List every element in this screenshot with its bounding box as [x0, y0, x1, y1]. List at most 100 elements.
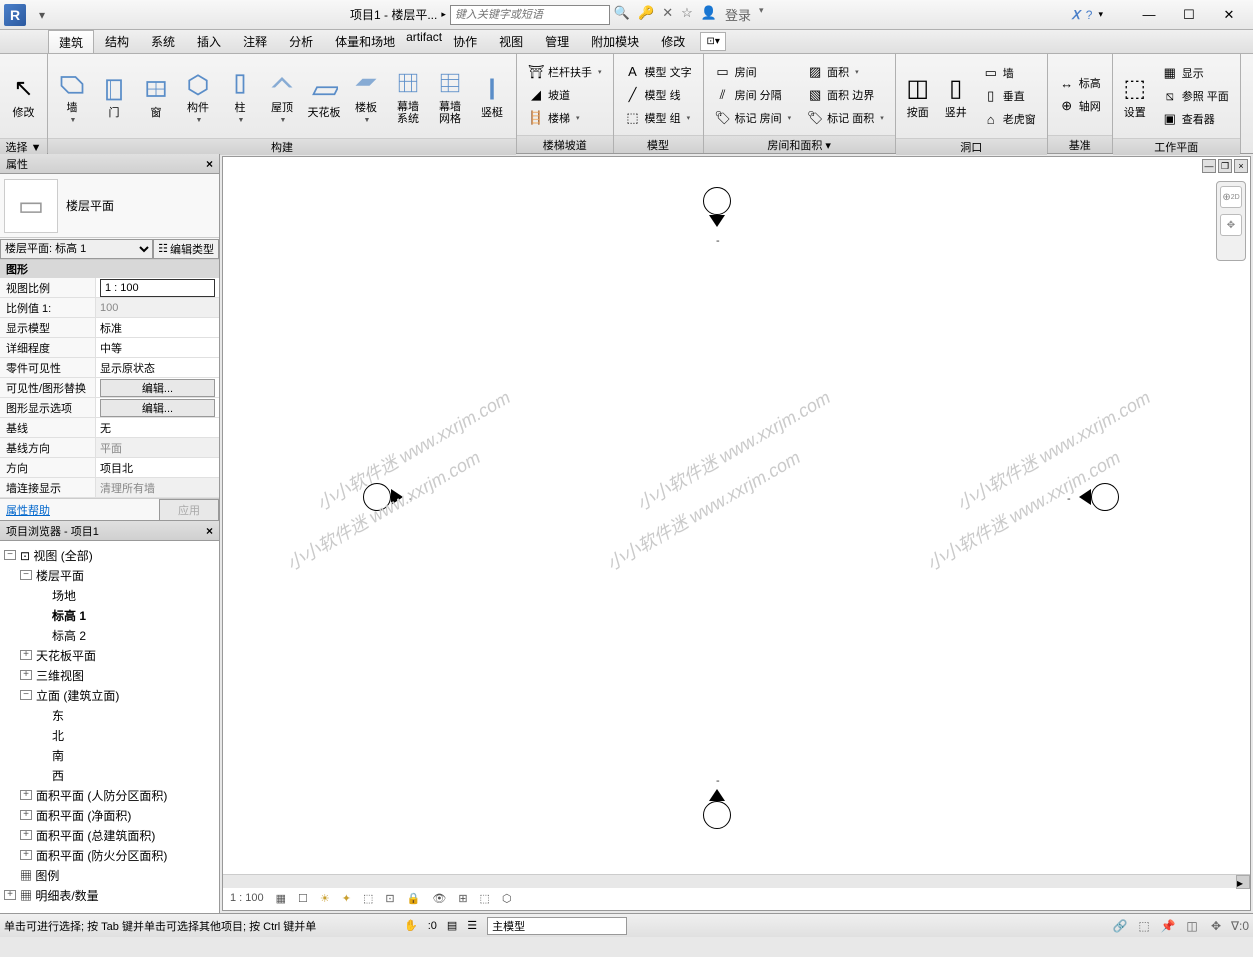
x-icon[interactable]: ⵝ — [1072, 8, 1080, 22]
user-icon[interactable]: 👤 — [701, 5, 717, 24]
roof-button[interactable]: 屋顶▼ — [262, 56, 302, 136]
properties-help-link[interactable]: 属性帮助 — [0, 502, 56, 518]
property-value[interactable]: 中等 — [96, 338, 219, 357]
tab-view[interactable]: 视图 — [488, 30, 534, 53]
tree-area-plans[interactable]: +面积平面 (人防分区面积) — [4, 785, 215, 805]
edit-type-button[interactable]: ☷编辑类型 — [153, 239, 219, 259]
key-icon[interactable]: 🔑 — [638, 5, 654, 24]
property-row[interactable]: 基线无 — [0, 418, 219, 438]
visual-style-icon[interactable]: ☐ — [295, 892, 311, 905]
area-button[interactable]: ▨面积▾ — [802, 61, 889, 83]
tree-area-plans[interactable]: +面积平面 (总建筑面积) — [4, 825, 215, 845]
drag-elements-icon[interactable]: ✥ — [1207, 917, 1225, 935]
level-button[interactable]: ↔标高 — [1054, 72, 1106, 94]
reveal-hidden-icon[interactable]: ⊞ — [455, 892, 470, 905]
tag-area-button[interactable]: 🏷标记 面积▾ — [802, 107, 889, 129]
tree-toggle-icon[interactable]: − — [20, 570, 32, 580]
model-line-button[interactable]: ╱模型 线 — [620, 84, 697, 106]
elevation-marker-east[interactable] — [1091, 483, 1119, 511]
curtain-grid-button[interactable]: 幕墙 网格 — [430, 56, 470, 136]
tree-elevations[interactable]: −立面 (建筑立面) — [4, 685, 215, 705]
selection-count-icon[interactable]: ✋ — [404, 919, 418, 932]
group-select[interactable]: 选择 ▼ — [0, 138, 47, 155]
tab-annotate[interactable]: 注释 — [232, 30, 278, 53]
project-browser[interactable]: −⊡ 视图 (全部)−楼层平面场地标高 1标高 2+天花板平面+三维视图−立面 … — [0, 541, 219, 913]
property-edit-button[interactable]: 编辑... — [100, 399, 215, 417]
modify-button[interactable]: ↖ 修改 — [4, 56, 44, 136]
properties-header[interactable]: 属性 × — [0, 154, 219, 174]
window-close[interactable]: ✕ — [1209, 2, 1249, 28]
sun-path-icon[interactable]: ☀ — [317, 892, 333, 905]
property-value[interactable]: 无 — [96, 418, 219, 437]
tab-architecture[interactable]: 建筑 — [48, 30, 94, 53]
close-icon[interactable]: × — [206, 524, 213, 538]
property-value[interactable] — [96, 278, 219, 297]
shaft-button[interactable]: ▯竖井 — [938, 56, 974, 136]
tab-manage[interactable]: 管理 — [534, 30, 580, 53]
opening-face-button[interactable]: ◫按面 — [900, 56, 936, 136]
tree-schedules[interactable]: +▦ 明细表/数量 — [4, 885, 215, 905]
room-button[interactable]: ▭房间 — [710, 61, 797, 83]
type-selector[interactable]: ▭ 楼层平面 — [0, 174, 219, 238]
filter-selection-icon[interactable]: ∇:0 — [1231, 917, 1249, 935]
property-row[interactable]: 墙连接显示清理所有墙 — [0, 478, 219, 498]
pan-icon[interactable]: ✥ — [1220, 214, 1242, 236]
browser-header[interactable]: 项目浏览器 - 项目1 × — [0, 521, 219, 541]
property-edit-button[interactable]: 编辑... — [100, 379, 215, 397]
tree-area-plans[interactable]: +面积平面 (净面积) — [4, 805, 215, 825]
horizontal-scrollbar[interactable]: ▸ — [223, 874, 1250, 888]
property-value[interactable]: 标准 — [96, 318, 219, 337]
tree-floor-plan-item[interactable]: 标高 1 — [4, 605, 215, 625]
property-value[interactable]: 编辑... — [96, 398, 219, 417]
tab-analyze[interactable]: 分析 — [278, 30, 324, 53]
close-icon[interactable]: × — [206, 157, 213, 171]
show-workplane-button[interactable]: ▦显示 — [1157, 62, 1234, 84]
window-minimize[interactable]: — — [1129, 2, 1169, 28]
tree-elevation-item[interactable]: 西 — [4, 765, 215, 785]
tree-elevation-item[interactable]: 南 — [4, 745, 215, 765]
property-value[interactable]: 项目北 — [96, 458, 219, 477]
floor-button[interactable]: 楼板▼ — [346, 56, 386, 136]
view-scale-button[interactable]: 1 : 100 — [227, 892, 267, 904]
star-icon[interactable]: ☆ — [681, 5, 693, 24]
ceiling-button[interactable]: 天花板 — [304, 56, 344, 136]
component-button[interactable]: 构件▼ — [178, 56, 218, 136]
tab-overflow[interactable]: ⊡▾ — [700, 32, 726, 51]
tree-floor-plan-item[interactable]: 标高 2 — [4, 625, 215, 645]
temp-hide-icon[interactable]: 👁 — [429, 892, 449, 905]
tree-toggle-icon[interactable]: + — [20, 810, 32, 820]
tree-ceiling-plans[interactable]: +天花板平面 — [4, 645, 215, 665]
property-input[interactable] — [100, 279, 215, 297]
props-section-graphics[interactable]: 图形 — [0, 260, 219, 278]
tree-views-root[interactable]: −⊡ 视图 (全部) — [4, 545, 215, 565]
ramp-button[interactable]: ◢坡道 — [523, 84, 607, 106]
property-value[interactable]: 编辑... — [96, 378, 219, 397]
column-button[interactable]: 柱▼ — [220, 56, 260, 136]
filter-icon[interactable]: ▤ — [447, 919, 457, 932]
select-pinned-icon[interactable]: 📌 — [1159, 917, 1177, 935]
property-row[interactable]: 可见性/图形替换编辑... — [0, 378, 219, 398]
drawing-canvas[interactable]: — ❐ × ⊕2D ✥ - - - - 小小软件迷 www.xxrjm.com … — [222, 156, 1251, 911]
title-dropdown-icon[interactable]: ▸ — [441, 9, 446, 20]
steering-wheel-icon[interactable]: ⊕2D — [1220, 186, 1242, 208]
tab-systems[interactable]: 系统 — [140, 30, 186, 53]
crop-region-icon[interactable]: ⊡ — [382, 892, 397, 905]
help-dropdown[interactable]: ▾ — [1098, 9, 1103, 20]
tree-toggle-icon[interactable]: − — [4, 550, 16, 560]
railing-button[interactable]: ⛩栏杆扶手▾ — [523, 61, 607, 83]
elevation-marker-west[interactable] — [363, 483, 391, 511]
search-icon[interactable]: 🔍 — [614, 5, 630, 24]
tree-toggle-icon[interactable]: + — [20, 790, 32, 800]
select-links-icon[interactable]: 🔗 — [1111, 917, 1129, 935]
select-face-icon[interactable]: ◫ — [1183, 917, 1201, 935]
exchange-icon[interactable]: ✕ — [662, 5, 673, 24]
group-room-area[interactable]: 房间和面积 ▾ — [704, 135, 895, 153]
shadows-icon[interactable]: ✦ — [339, 892, 354, 905]
opening-wall-button[interactable]: ▭墙 — [978, 62, 1041, 84]
property-row[interactable]: 视图比例 — [0, 278, 219, 298]
help-icon[interactable]: ? — [1086, 8, 1093, 22]
lock-icon[interactable]: 🔒 — [404, 892, 424, 905]
elevation-marker-north[interactable] — [703, 187, 731, 215]
tree-toggle-icon[interactable]: + — [20, 850, 32, 860]
tree-area-plans[interactable]: +面积平面 (防火分区面积) — [4, 845, 215, 865]
